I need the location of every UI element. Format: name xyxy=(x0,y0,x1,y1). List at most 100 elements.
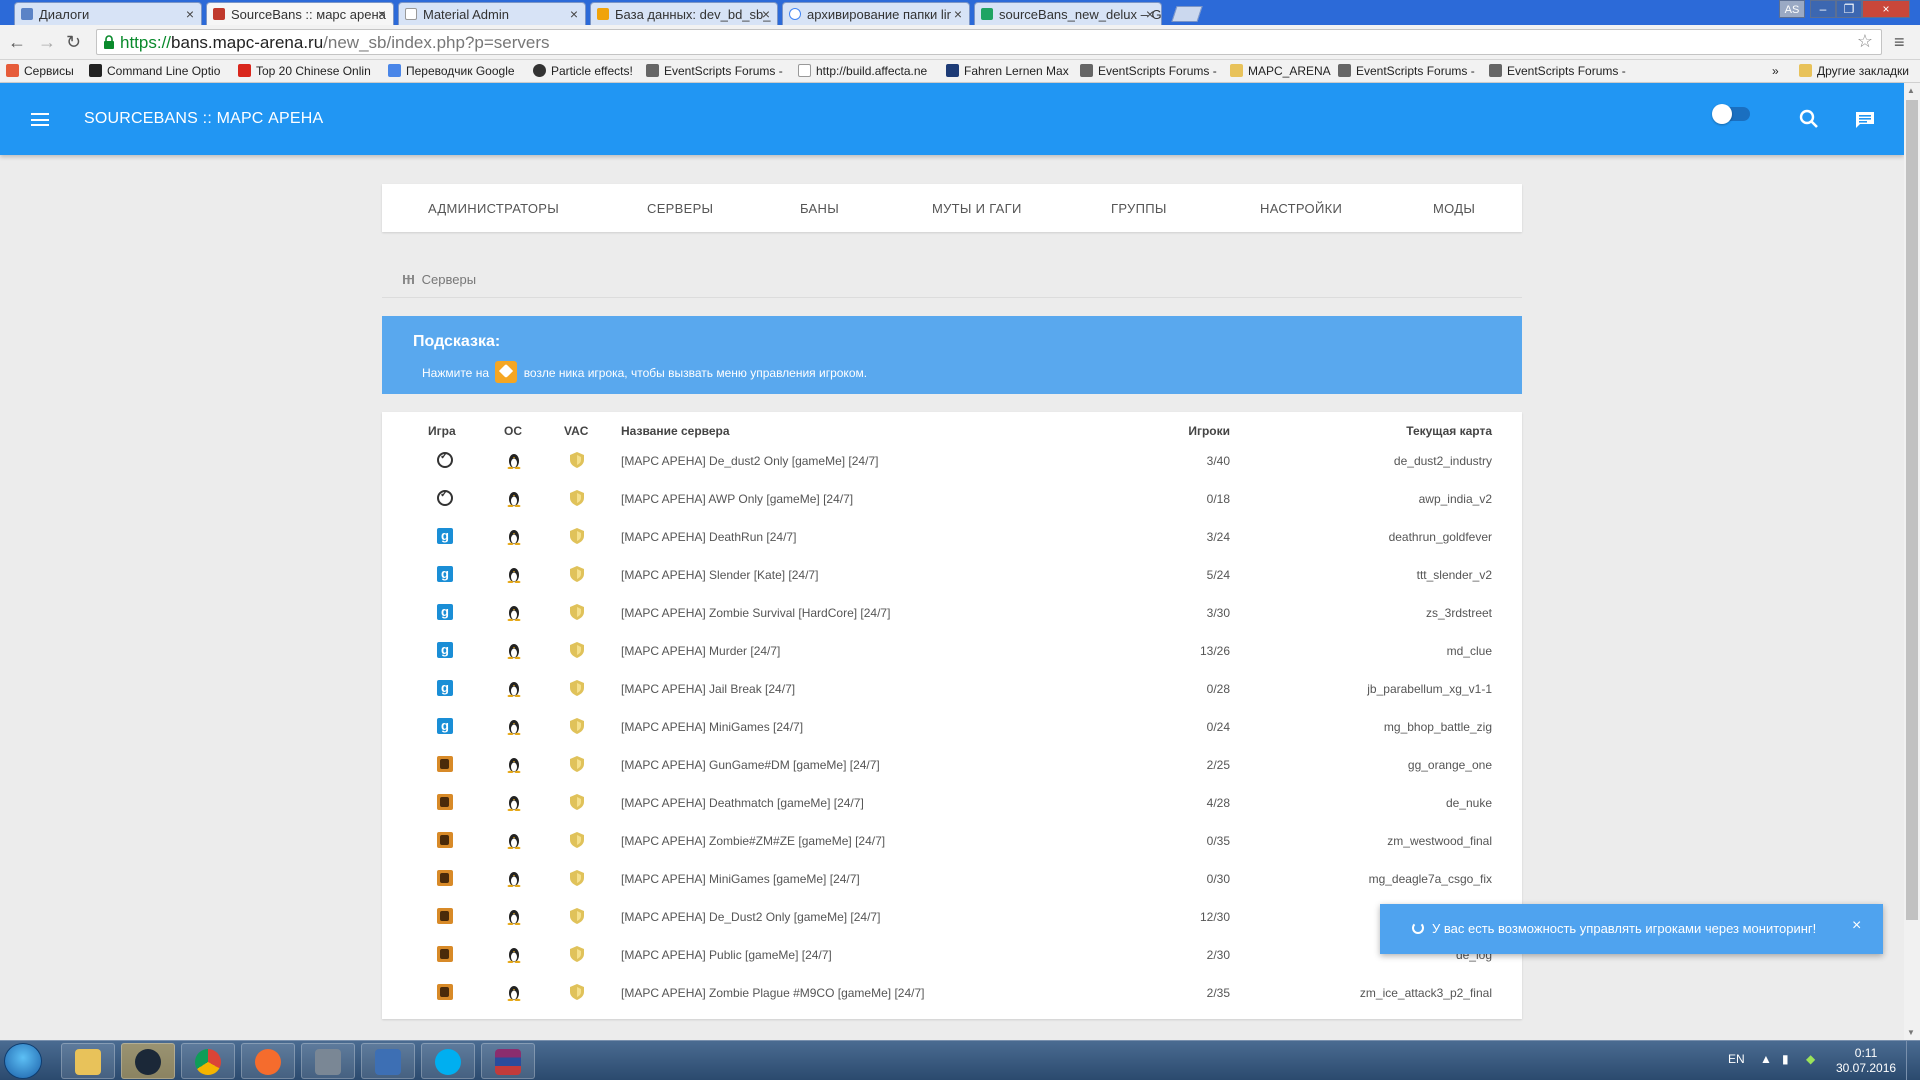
server-name[interactable]: [MAPC APEHA] DeathRun [24/7] xyxy=(621,530,796,544)
nav-bans[interactable]: БАНЫ xyxy=(800,201,839,216)
bookmark-item[interactable]: Command Line Optio xyxy=(89,64,220,78)
maximize-button[interactable]: ❐ xyxy=(1836,0,1862,18)
server-name[interactable]: [MAPC APEHA] Zombie Survival [HardCore] … xyxy=(621,606,890,620)
server-name[interactable]: [MAPC APEHA] Murder [24/7] xyxy=(621,644,780,658)
close-tab-icon[interactable]: × xyxy=(762,6,770,22)
nav-admins[interactable]: АДМИНИСТРАТОРЫ xyxy=(428,201,559,216)
bookmark-star-icon[interactable]: ☆ xyxy=(1857,31,1873,52)
tray-expand-icon[interactable]: ▲ xyxy=(1760,1052,1772,1066)
scroll-down-arrow[interactable]: ▼ xyxy=(1907,1028,1915,1037)
new-tab-button[interactable] xyxy=(1171,6,1203,22)
server-name[interactable]: [MAPC APEHA] AWP Only [gameMe] [24/7] xyxy=(621,492,853,506)
browser-menu-icon[interactable]: ≡ xyxy=(1894,32,1905,53)
table-row[interactable]: [MAPC APEHA] Zombie#ZM#ZE [gameMe] [24/7… xyxy=(382,822,1522,860)
browser-tab[interactable]: Диалоги × xyxy=(14,2,202,25)
nav-settings[interactable]: НАСТРОЙКИ xyxy=(1260,201,1342,216)
taskbar-skype[interactable] xyxy=(421,1043,475,1079)
taskbar-app[interactable] xyxy=(301,1043,355,1079)
reload-icon[interactable]: ↻ xyxy=(66,32,81,53)
bookmark-item[interactable]: Fahren Lernen Max xyxy=(946,64,1069,78)
start-button[interactable] xyxy=(4,1043,42,1079)
bookmark-item[interactable]: EventScripts Forums - xyxy=(1489,64,1626,78)
bookmark-item[interactable]: Particle effects! xyxy=(533,64,633,78)
browser-tab-active[interactable]: SourceBans :: марс арена × xyxy=(206,2,394,25)
table-row[interactable]: g [MAPC APEHA] Slender [Kate] [24/7] 5/24 t… xyxy=(382,556,1522,594)
eventscripts-icon xyxy=(1489,64,1502,77)
volume-icon[interactable]: ◆ xyxy=(1806,1052,1815,1066)
address-bar[interactable]: https://bans.mapc-arena.ru/new_sb/index.… xyxy=(96,29,1882,55)
taskbar-origin[interactable] xyxy=(241,1043,295,1079)
browser-tab[interactable]: База данных: dev_bd_sb_ × xyxy=(590,2,778,25)
table-row[interactable]: g [MAPC APEHA] Zombie Survival [HardCore]… xyxy=(382,594,1522,632)
server-name[interactable]: [MAPC APEHA] Public [gameMe] [24/7] xyxy=(621,948,832,962)
table-row[interactable]: [MAPC APEHA] MiniGames [gameMe] [24/7] 0/… xyxy=(382,860,1522,898)
table-row[interactable]: [MAPC APEHA] De_Dust2 Only [gameMe] [24/… xyxy=(382,898,1522,936)
breadcrumb-label[interactable]: Серверы xyxy=(422,272,476,287)
language-indicator[interactable]: EN xyxy=(1728,1052,1745,1066)
profile-button[interactable]: AS xyxy=(1779,0,1805,18)
close-tab-icon[interactable]: × xyxy=(1146,6,1154,22)
other-bookmarks-folder[interactable]: Другие закладки xyxy=(1799,64,1909,78)
forward-icon[interactable]: → xyxy=(38,32,56,53)
bookmark-item[interactable]: http://build.affecta.ne xyxy=(798,64,927,78)
back-icon[interactable]: ← xyxy=(8,32,26,53)
browser-tab[interactable]: sourceBans_new_delux – G × xyxy=(974,2,1162,25)
app-title[interactable]: SOURCEBANS :: МАРС АРЕНА xyxy=(84,110,323,128)
table-row[interactable]: [MAPC APEHA] Zombie Plague #M9CO [gameMe… xyxy=(382,974,1522,1012)
show-desktop-button[interactable] xyxy=(1906,1041,1920,1080)
browser-tab[interactable]: архивирование папки lir × xyxy=(782,2,970,25)
server-name[interactable]: [MAPC APEHA] Zombie Plague #M9CO [gameMe… xyxy=(621,986,924,1000)
table-row[interactable]: [MAPC APEHA] AWP Only [gameMe] [24/7] 0/1… xyxy=(382,480,1522,518)
server-name[interactable]: [MAPC APEHA] MiniGames [gameMe] [24/7] xyxy=(621,872,860,886)
server-name[interactable]: [MAPC APEHA] MiniGames [24/7] xyxy=(621,720,803,734)
server-name[interactable]: [MAPC APEHA] GunGame#DM [gameMe] [24/7] xyxy=(621,758,880,772)
bookmark-item[interactable]: EventScripts Forums - xyxy=(1338,64,1475,78)
bookmark-apps[interactable]: Сервисы xyxy=(6,64,74,78)
table-row[interactable]: [MAPC APEHA] GunGame#DM [gameMe] [24/7] 2… xyxy=(382,746,1522,784)
nav-mutes-gags[interactable]: МУТЫ И ГАГИ xyxy=(932,201,1022,216)
table-row[interactable]: [MAPC APEHA] Deathmatch [gameMe] [24/7] 4… xyxy=(382,784,1522,822)
taskbar-explorer[interactable] xyxy=(61,1043,115,1079)
server-name[interactable]: [MAPC APEHA] Deathmatch [gameMe] [24/7] xyxy=(621,796,864,810)
server-name[interactable]: [MAPC APEHA] De_Dust2 Only [gameMe] [24/… xyxy=(621,910,880,924)
browser-tab[interactable]: Material Admin × xyxy=(398,2,586,25)
table-row[interactable]: g [MAPC APEHA] Jail Break [24/7] 0/28 jb_pa… xyxy=(382,670,1522,708)
taskbar-winrar[interactable] xyxy=(481,1043,535,1079)
bookmark-item[interactable]: Top 20 Chinese Onlin xyxy=(238,64,371,78)
server-name[interactable]: [MAPC APEHA] Slender [Kate] [24/7] xyxy=(621,568,818,582)
theme-toggle[interactable] xyxy=(1712,104,1750,124)
scroll-up-arrow[interactable]: ▲ xyxy=(1907,86,1915,95)
scrollbar-thumb[interactable] xyxy=(1906,100,1918,920)
close-tab-icon[interactable]: × xyxy=(186,6,194,22)
bookmark-item[interactable]: EventScripts Forums - xyxy=(646,64,783,78)
close-tab-icon[interactable]: × xyxy=(954,6,962,22)
chat-icon[interactable] xyxy=(1855,111,1875,129)
nav-mods[interactable]: МОДЫ xyxy=(1433,201,1475,216)
bookmark-item[interactable]: EventScripts Forums - xyxy=(1080,64,1217,78)
table-row[interactable]: g [MAPC APEHA] MiniGames [24/7] 0/24 mg_bho… xyxy=(382,708,1522,746)
close-tab-icon[interactable]: × xyxy=(570,6,578,22)
bookmark-item[interactable]: Переводчик Google xyxy=(388,64,515,78)
server-name[interactable]: [MAPC APEHA] Zombie#ZM#ZE [gameMe] [24/7… xyxy=(621,834,885,848)
menu-icon[interactable] xyxy=(31,113,49,126)
table-row[interactable]: [MAPC APEHA] Public [gameMe] [24/7] 2/30 d… xyxy=(382,936,1522,974)
minimize-button[interactable]: – xyxy=(1810,0,1836,18)
nav-groups[interactable]: ГРУППЫ xyxy=(1111,201,1167,216)
table-row[interactable]: g [MAPC APEHA] Murder [24/7] 13/26 md_clue xyxy=(382,632,1522,670)
table-row[interactable]: [MAPC APEHA] De_dust2 Only [gameMe] [24/… xyxy=(382,442,1522,480)
taskbar-app[interactable] xyxy=(361,1043,415,1079)
taskbar-steam[interactable] xyxy=(121,1043,175,1079)
table-row[interactable]: g [MAPC APEHA] DeathRun [24/7] 3/24 deathru… xyxy=(382,518,1522,556)
server-name[interactable]: [MAPC APEHA] De_dust2 Only [gameMe] [24/… xyxy=(621,454,878,468)
network-signal-icon[interactable]: ▮ xyxy=(1782,1052,1789,1066)
bookmarks-overflow-button[interactable]: » xyxy=(1772,64,1779,78)
nav-servers[interactable]: СЕРВЕРЫ xyxy=(647,201,713,216)
close-window-button[interactable]: × xyxy=(1862,0,1910,18)
bookmark-folder[interactable]: MAPC_ARENA xyxy=(1230,64,1331,78)
server-name[interactable]: [MAPC APEHA] Jail Break [24/7] xyxy=(621,682,795,696)
close-tab-icon[interactable]: × xyxy=(378,6,386,22)
search-icon[interactable] xyxy=(1799,109,1819,129)
taskbar-chrome[interactable] xyxy=(181,1043,235,1079)
close-toast-button[interactable]: × xyxy=(1852,917,1861,935)
system-clock[interactable]: 0:11 30.07.2016 xyxy=(1836,1046,1896,1076)
